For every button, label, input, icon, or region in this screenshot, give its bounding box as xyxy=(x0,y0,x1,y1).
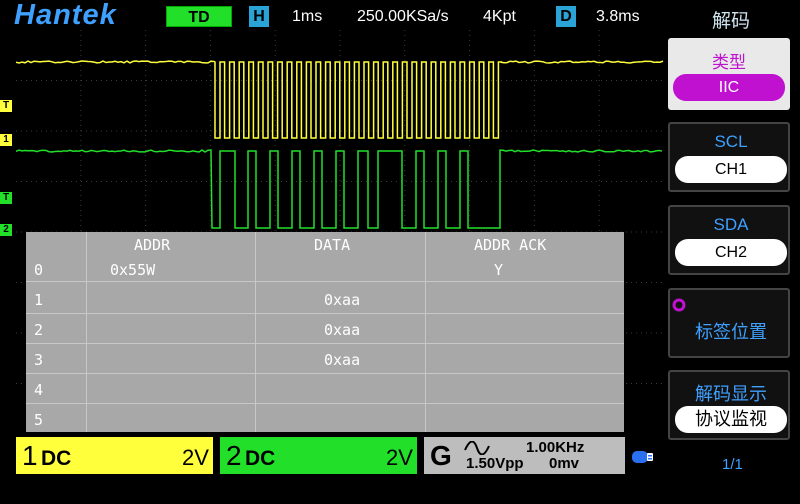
row-index: 4 xyxy=(34,381,43,399)
menu-decode-display-label: 解码显示 xyxy=(670,380,792,406)
row-ack: Y xyxy=(494,261,503,279)
generator-status[interactable]: G 1.00KHz 1.50Vpp 0mv xyxy=(424,437,625,474)
brand-logo: Hantek xyxy=(14,0,117,30)
sine-wave-icon xyxy=(464,441,490,455)
ch2-marker[interactable]: 2 xyxy=(0,224,12,236)
ch2-trigger-marker[interactable]: T xyxy=(0,192,12,204)
table-row[interactable]: 5 xyxy=(26,404,624,434)
generator-frequency: 1.00KHz xyxy=(526,439,584,456)
timebase-readout: 1ms xyxy=(292,6,322,27)
menu-type[interactable]: 类型 IIC xyxy=(668,38,790,110)
row-data: 0xaa xyxy=(324,351,360,369)
menu-type-value[interactable]: IIC xyxy=(673,74,785,101)
generator-letter: G xyxy=(430,440,452,472)
ch1-number: 1 xyxy=(22,440,38,472)
row-index: 1 xyxy=(34,291,43,309)
ch2-coupling: DC xyxy=(245,447,275,471)
menu-scl[interactable]: SCL CH1 xyxy=(668,122,790,192)
ch1-coupling: DC xyxy=(41,447,71,471)
mode-badge[interactable]: TD xyxy=(166,6,232,27)
menu-label-position[interactable]: 标签位置 xyxy=(668,288,790,358)
row-data: 0xaa xyxy=(324,291,360,309)
row-index: 5 xyxy=(34,411,43,429)
horizontal-badge: H xyxy=(249,6,269,27)
ch1-volts-div: 2V xyxy=(182,445,209,471)
table-row[interactable]: 4 xyxy=(26,374,624,404)
row-index: 0 xyxy=(34,261,43,279)
ch1-marker[interactable]: 1 xyxy=(0,134,12,146)
table-row[interactable]: 1 0xaa xyxy=(26,284,624,314)
generator-offset: 0mv xyxy=(549,455,579,472)
ch2-volts-div: 2V xyxy=(386,445,413,471)
menu-label-position-label: 标签位置 xyxy=(670,318,792,344)
table-row[interactable]: 3 0xaa xyxy=(26,344,624,374)
menu-decode-display-value[interactable]: 协议监视 xyxy=(675,406,787,433)
decode-table: ADDR DATA ADDR ACK 0 0x55W Y 1 0xaa 2 0x… xyxy=(26,232,624,432)
row-index: 2 xyxy=(34,321,43,339)
delay-badge: D xyxy=(556,6,576,27)
page-indicator: 1/1 xyxy=(722,456,743,473)
row-addr: 0x55W xyxy=(110,261,155,279)
menu-sda-label: SDA xyxy=(670,215,792,235)
oscilloscope-screen: Hantek TD H 1ms 250.00KSa/s 4Kpt D 3.8ms… xyxy=(0,0,800,504)
table-row[interactable]: 0 0x55W Y xyxy=(26,252,624,282)
menu-type-label: 类型 xyxy=(668,48,790,73)
trigger-delay-readout: 3.8ms xyxy=(596,6,640,27)
menu-scl-label: SCL xyxy=(670,132,792,152)
menu-scl-value[interactable]: CH1 xyxy=(675,156,787,183)
generator-amplitude: 1.50Vpp xyxy=(466,455,524,472)
ch1-trigger-marker[interactable]: T xyxy=(0,100,12,112)
table-row[interactable]: 2 0xaa xyxy=(26,314,624,344)
usb-icon xyxy=(630,448,656,466)
row-data: 0xaa xyxy=(324,321,360,339)
menu-sda[interactable]: SDA CH2 xyxy=(668,205,790,275)
ch2-number: 2 xyxy=(226,440,242,472)
knob-icon xyxy=(672,298,686,312)
menu-sda-value[interactable]: CH2 xyxy=(675,239,787,266)
row-index: 3 xyxy=(34,351,43,369)
memory-depth-readout: 4Kpt xyxy=(483,6,516,27)
menu-title: 解码 xyxy=(712,6,750,33)
ch2-status[interactable]: 2 DC 2V xyxy=(220,437,417,474)
sample-rate-readout: 250.00KSa/s xyxy=(357,6,449,27)
menu-decode-display[interactable]: 解码显示 协议监视 xyxy=(668,370,790,440)
ch1-status[interactable]: 1 DC 2V xyxy=(16,437,213,474)
